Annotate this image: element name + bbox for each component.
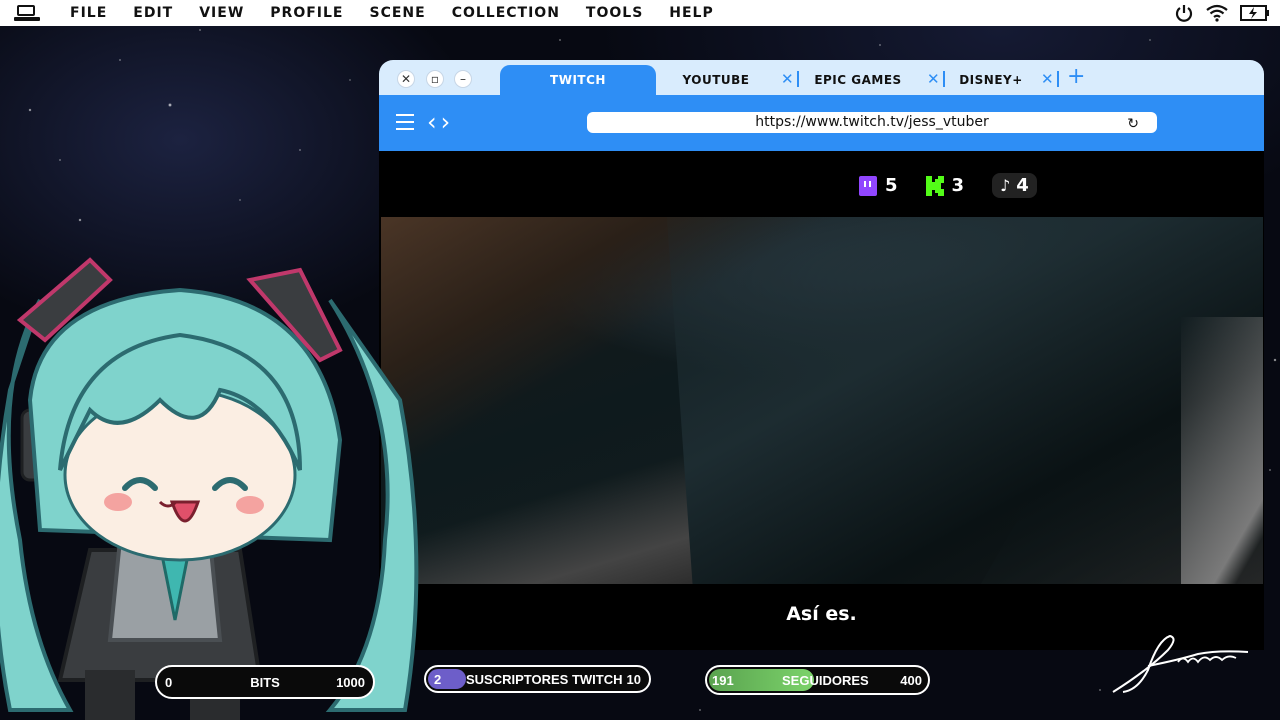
url-text: https://www.twitch.tv/jess_vtuber <box>755 114 989 130</box>
tab-epic-games[interactable]: EPIC GAMES <box>804 64 912 95</box>
video-player[interactable] <box>381 217 1263 584</box>
minimize-window-button[interactable]: – <box>454 70 472 88</box>
close-window-button[interactable]: ✕ <box>397 70 415 88</box>
signature-logo <box>1112 634 1249 693</box>
video-subtitle: Así es. <box>786 603 857 625</box>
new-tab-icon[interactable]: + <box>1067 64 1085 89</box>
close-tab-epic-games-icon[interactable]: ✕ <box>927 70 940 88</box>
menu-help[interactable]: HELP <box>669 5 713 21</box>
reload-icon[interactable]: ↻ <box>1127 114 1139 135</box>
bits-goal-bar: 0 BITS 1000 <box>155 665 375 699</box>
wifi-icon[interactable] <box>1206 4 1228 22</box>
kick-icon <box>925 175 944 196</box>
platform-counters: 5 3 ♪ 4 <box>859 173 1037 198</box>
hamburger-menu-icon[interactable] <box>396 114 414 130</box>
tiktok-icon: ♪ <box>1000 176 1011 195</box>
tab-bar: ✕ ▫ – TWITCH YOUTUBE ✕ EPIC GAMES ✕ DISN… <box>379 60 1264 95</box>
menu-profile[interactable]: PROFILE <box>270 5 343 21</box>
subs-max: 10 <box>626 672 641 687</box>
followers-goal-bar: 191 SEGUIDORES 400 <box>705 665 930 695</box>
system-tray <box>1174 3 1270 23</box>
kick-count: 3 <box>951 175 965 196</box>
maximize-window-button[interactable]: ▫ <box>426 70 444 88</box>
tab-separator <box>1057 71 1059 87</box>
browser-window: ✕ ▫ – TWITCH YOUTUBE ✕ EPIC GAMES ✕ DISN… <box>379 60 1264 650</box>
close-tab-youtube-icon[interactable]: ✕ <box>781 70 794 88</box>
menu-scene[interactable]: SCENE <box>369 5 425 21</box>
subs-min: 2 <box>434 672 442 687</box>
forward-icon[interactable]: › <box>441 108 455 136</box>
followers-label: SEGUIDORES <box>782 673 869 688</box>
followers-max: 400 <box>900 673 922 688</box>
tab-youtube[interactable]: YOUTUBE <box>666 64 766 95</box>
kick-counter: 3 <box>925 175 965 196</box>
power-icon[interactable] <box>1174 3 1194 23</box>
menu-view[interactable]: VIEW <box>199 5 244 21</box>
back-forward-icons[interactable]: ‹› <box>427 108 454 136</box>
close-tab-disney-icon[interactable]: ✕ <box>1041 70 1054 88</box>
vtuber-avatar <box>0 257 419 720</box>
menu-file[interactable]: FILE <box>70 5 107 21</box>
menubar: FILE EDIT VIEW PROFILE SCENE COLLECTION … <box>0 0 1280 26</box>
twitch-count: 5 <box>885 175 898 196</box>
battery-icon[interactable] <box>1240 4 1270 22</box>
bits-max: 1000 <box>336 675 365 690</box>
menu-tools[interactable]: TOOLS <box>586 5 643 21</box>
url-bar[interactable]: https://www.twitch.tv/jess_vtuber ↻ <box>587 112 1157 133</box>
tab-twitch[interactable]: TWITCH <box>500 65 656 95</box>
tiktok-count: 4 <box>1016 175 1029 196</box>
navigation-bar: ‹› https://www.twitch.tv/jess_vtuber ↻ <box>379 95 1264 151</box>
menu-collection[interactable]: COLLECTION <box>452 5 560 21</box>
tab-disney[interactable]: DISNEY+ <box>951 64 1031 95</box>
tab-separator <box>797 71 799 87</box>
page-content: 5 3 ♪ 4 Así es. <box>379 151 1264 650</box>
followers-min: 191 <box>712 673 734 688</box>
tiktok-counter: ♪ 4 <box>992 173 1037 198</box>
menu-edit[interactable]: EDIT <box>133 5 173 21</box>
twitch-icon <box>859 175 877 196</box>
tab-separator <box>943 71 945 87</box>
back-icon[interactable]: ‹ <box>427 108 441 136</box>
subs-label: SUSCRIPTORES TWITCH <box>466 672 623 687</box>
subs-goal-bar: 2 SUSCRIPTORES TWITCH 10 <box>424 665 651 693</box>
laptop-icon[interactable] <box>14 4 40 22</box>
twitch-counter: 5 <box>859 175 898 196</box>
